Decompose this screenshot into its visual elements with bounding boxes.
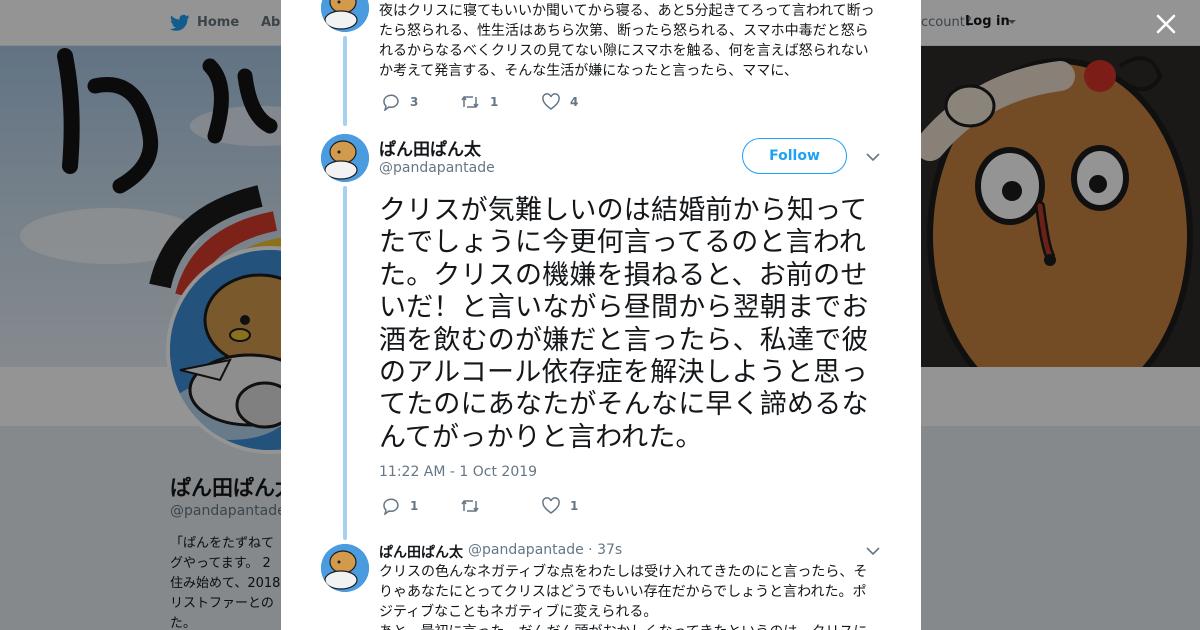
reply-tweet-text: クリスの色んなネガティブな点をわたしは受け入れてきたのにと言ったら、そりゃあなた… [379,564,868,630]
retweet-button[interactable] [460,496,490,516]
reply-button[interactable]: 3 [382,92,418,112]
previous-tweet-text: 夜はクリスに寝てもいいか聞いてから寝る、あと5分起きてろって言われて断ったら怒ら… [379,3,875,79]
retweet-button[interactable]: 1 [460,92,498,112]
thread-line-top [343,36,347,126]
retweet-count: 1 [490,95,499,109]
tweet-author-handle[interactable]: @pandapantade [379,160,495,176]
avatar-illustration [321,544,369,592]
reply-icon [383,94,399,111]
reply-author-name[interactable]: ぱん田ぱん太 [379,542,463,562]
follow-button[interactable]: Follow [742,138,847,174]
like-button[interactable]: 4 [542,92,578,112]
tweet-author-name[interactable]: ぱん田ぱん太 [379,135,481,160]
avatar-illustration [321,134,369,182]
heart-icon [542,497,560,514]
like-button[interactable]: 1 [542,496,578,516]
like-count: 1 [570,499,579,513]
tweet-permalink-modal: 夜はクリスに寝てもいいか聞いてから寝る、あと5分起きてろって言われて断ったら怒ら… [281,0,921,630]
retweet-icon [461,500,479,512]
heart-icon [542,93,560,110]
tweet-timestamp[interactable]: 11:22 AM - 1 Oct 2019 [379,464,537,480]
retweet-icon [461,96,479,108]
avatar[interactable] [321,0,369,32]
avatar[interactable] [321,544,369,592]
avatar-illustration [321,0,369,32]
chevron-down-icon[interactable] [866,152,880,162]
reply-icon [383,498,399,515]
close-icon[interactable] [1152,10,1180,38]
like-count: 4 [570,95,579,109]
reply-author-handle[interactable]: @pandapantade · 37s [468,542,622,558]
avatar[interactable] [321,134,369,182]
reply-count: 1 [410,499,419,513]
reply-count: 3 [410,95,419,109]
chevron-down-icon[interactable] [866,546,880,556]
tweet-text: クリスが気難しいのは結婚前から知ってたでしょうに今更何言ってるのと言われた。クリ… [379,195,869,453]
reply-button[interactable]: 1 [382,496,418,516]
thread-line-main [343,186,347,540]
